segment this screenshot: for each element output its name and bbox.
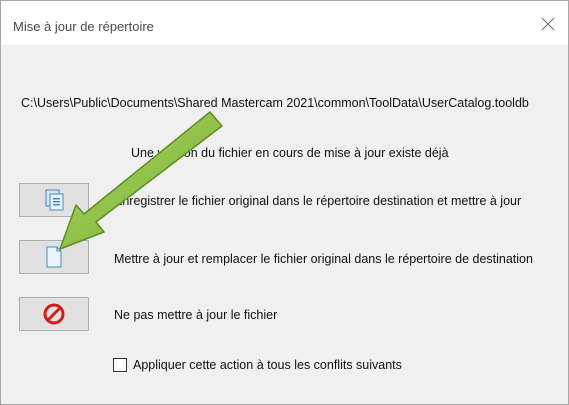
- new-document-icon: [46, 246, 62, 268]
- close-icon[interactable]: [540, 16, 556, 32]
- apply-all-checkbox-row[interactable]: Appliquer cette action à tous les confli…: [113, 358, 402, 372]
- prohibited-icon: [43, 303, 65, 325]
- save-original-and-update-button[interactable]: [19, 183, 89, 217]
- copy-files-icon: [45, 189, 64, 211]
- option-do-not-update-label: Ne pas mettre à jour le fichier: [114, 308, 278, 322]
- window-title: Mise à jour de répertoire: [13, 19, 154, 34]
- option-update-replace-label: Mettre à jour et remplacer le fichier or…: [114, 252, 533, 266]
- conflict-message: Une version du fichier en cours de mise …: [131, 146, 449, 160]
- file-path-text: C:\Users\Public\Documents\Shared Masterc…: [21, 96, 529, 110]
- apply-all-checkbox[interactable]: [113, 358, 127, 372]
- apply-all-label: Appliquer cette action à tous les confli…: [133, 358, 402, 372]
- title-bar: Mise à jour de répertoire: [1, 1, 568, 45]
- update-and-replace-button[interactable]: [19, 240, 89, 274]
- do-not-update-button[interactable]: [19, 297, 89, 331]
- option-save-original-label: Enregistrer le fichier original dans le …: [114, 194, 522, 208]
- update-directory-dialog: Mise à jour de répertoire C:\Users\Publi…: [0, 0, 569, 405]
